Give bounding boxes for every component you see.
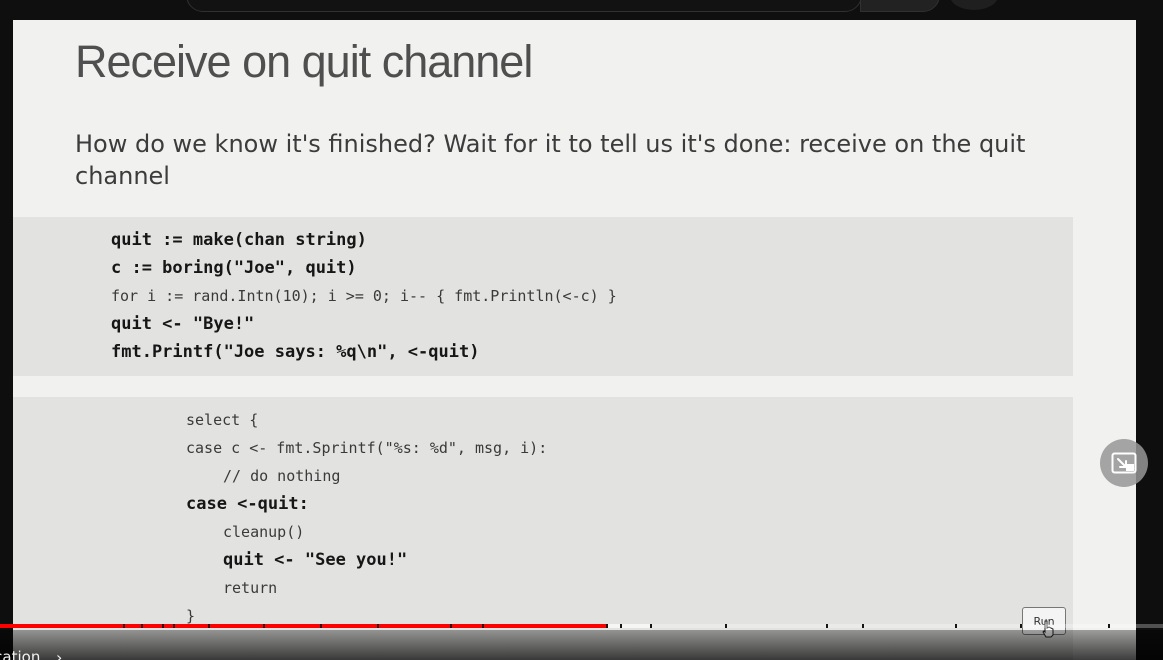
chapter-marker <box>620 624 622 628</box>
search-input[interactable] <box>186 0 862 12</box>
video-player[interactable]: Receive on quit channel How do we know i… <box>0 0 1163 660</box>
chapter-marker <box>162 624 164 628</box>
code-line: c := boring("Joe", quit) <box>111 258 357 278</box>
search-button[interactable] <box>860 0 940 12</box>
chapter-marker <box>955 624 957 628</box>
code-line: return <box>223 579 278 597</box>
code-line: quit := make(chan string) <box>111 230 367 250</box>
chapter-marker <box>482 624 484 628</box>
chevron-right-icon[interactable]: › <box>56 648 62 660</box>
chapter-marker <box>208 624 210 628</box>
chapter-marker <box>263 624 265 628</box>
voice-search-button[interactable] <box>950 0 998 10</box>
chapter-marker <box>141 624 143 628</box>
chapter-marker <box>320 624 322 628</box>
chapter-marker <box>450 624 452 628</box>
progress-played <box>0 624 606 628</box>
chapter-marker <box>650 624 652 628</box>
chapter-marker <box>123 624 125 628</box>
code-line: // do nothing <box>223 467 341 485</box>
masthead <box>0 0 1163 20</box>
chapter-marker <box>173 624 175 628</box>
chapter-marker <box>1108 624 1110 628</box>
code-line: case <-quit: <box>186 494 309 514</box>
code-line: for i := rand.Intn(10); i >= 0; i-- { fm… <box>111 287 617 305</box>
player-controls-gradient <box>0 630 1163 660</box>
progress-bar[interactable] <box>0 624 1163 628</box>
player-letterbox-left <box>0 20 13 660</box>
code-line: case c <- fmt.Sprintf("%s: %d", msg, i): <box>186 439 548 457</box>
slide-body-text: How do we know it's finished? Wait for i… <box>75 130 1026 190</box>
code-line: quit <- "Bye!" <box>111 314 255 334</box>
chapter-marker <box>377 624 379 628</box>
code-line: cleanup() <box>223 523 305 541</box>
code-line: fmt.Printf("Joe says: %q\n", <-quit) <box>111 342 480 362</box>
chapter-marker <box>862 624 864 628</box>
miniplayer-icon <box>1111 452 1137 474</box>
code-line: select { <box>186 411 259 429</box>
code-block-select: select { case c <- fmt.Sprintf("%s: %d",… <box>13 397 1073 660</box>
chapter-marker <box>1020 624 1022 628</box>
code-block-main: quit := make(chan string) c := boring("J… <box>13 217 1073 376</box>
chapter-marker <box>725 624 727 628</box>
code-line: quit <- "See you!" <box>223 550 408 570</box>
chapter-marker <box>826 624 828 628</box>
slide-title: Receive on quit channel <box>75 36 533 87</box>
chapter-title[interactable]: ication <box>0 648 40 660</box>
player-letterbox-right <box>1136 20 1163 660</box>
miniplayer-button[interactable] <box>1100 439 1148 487</box>
video-frame-slide: Receive on quit channel How do we know i… <box>13 20 1136 660</box>
chapter-marker <box>606 624 608 628</box>
